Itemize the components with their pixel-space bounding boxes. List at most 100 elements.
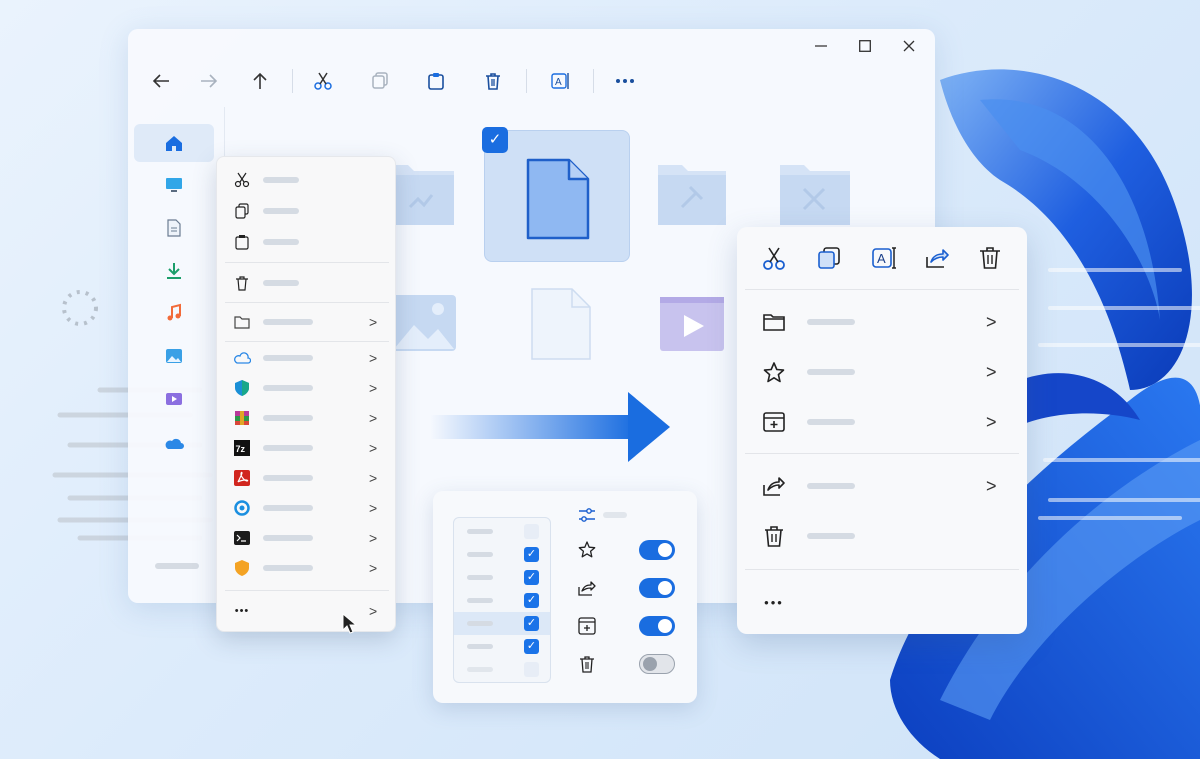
menu-item-terminal[interactable]: > [217, 523, 397, 553]
file-icon [526, 158, 590, 240]
paste-button[interactable] [421, 66, 451, 96]
menu-share-button[interactable] [924, 245, 952, 273]
menu-item-7zip[interactable]: 7z > [217, 433, 397, 463]
back-button[interactable] [146, 66, 176, 96]
more-button[interactable] [610, 66, 640, 96]
menu-row-more-options[interactable]: ••• [737, 582, 1027, 622]
menu-item-winrar[interactable]: > [217, 403, 397, 433]
sidebar-item-desktop[interactable] [134, 166, 214, 204]
trash-icon [765, 526, 783, 547]
menu-item-paste[interactable] [217, 227, 397, 257]
menu-item-app[interactable]: > [217, 493, 397, 523]
sidebar-item-documents[interactable] [134, 209, 214, 247]
home-icon [166, 136, 182, 151]
videos-icon [166, 393, 182, 405]
trash-icon [980, 247, 1000, 269]
arrow-up-icon [253, 72, 267, 89]
new-item-icon [578, 617, 596, 635]
minimize-button[interactable] [806, 31, 836, 61]
menu-row-new[interactable]: > [737, 402, 1027, 442]
menu-row-favorites[interactable]: > [737, 352, 1027, 392]
scissors-icon [234, 172, 250, 188]
folder-pinned-icon [658, 165, 726, 225]
up-button[interactable] [245, 66, 275, 96]
forward-button[interactable] [194, 66, 224, 96]
music-icon [167, 303, 181, 321]
folder-tools-icon [780, 165, 850, 225]
sidebar-item-videos[interactable] [134, 380, 214, 418]
menu-copy-button[interactable] [816, 245, 844, 273]
rename-button[interactable]: A [546, 66, 576, 96]
modern-context-menu: A > > > > ••• [737, 227, 1027, 634]
customization-panel: ✓ ✓ ✓ ✓ ✓ [433, 491, 697, 703]
new-item-icon [763, 412, 785, 432]
list-item[interactable]: ✓ [454, 543, 550, 566]
navigation-pane [128, 107, 225, 603]
menu-delete-button[interactable] [977, 245, 1005, 273]
menu-item-shield[interactable]: > [217, 553, 397, 583]
menu-item-more-options[interactable]: ••• > [217, 596, 397, 626]
video-file-icon [660, 297, 724, 351]
legacy-context-menu: > > > > 7z > > > > > ••• > [216, 156, 396, 632]
sliders-icon [579, 508, 595, 522]
desktop-icon [166, 178, 182, 192]
more-icon: ••• [234, 605, 250, 617]
trash-icon [486, 73, 500, 90]
star-icon [763, 362, 785, 383]
sidebar-item-pictures[interactable] [134, 337, 214, 375]
share-toggle[interactable] [639, 578, 675, 598]
scissors-icon [314, 72, 332, 90]
menu-row-delete[interactable] [737, 516, 1027, 556]
list-item[interactable]: ✓ [454, 566, 550, 589]
list-item[interactable] [454, 658, 550, 681]
downloads-icon [167, 263, 181, 279]
menu-item-cut[interactable] [217, 165, 397, 195]
delete-button[interactable] [478, 66, 508, 96]
sidebar-item-home[interactable] [134, 124, 214, 162]
sidebar-item-downloads[interactable] [134, 252, 214, 290]
copy-button[interactable] [365, 66, 395, 96]
menu-rename-button[interactable]: A [870, 245, 898, 273]
menu-item-onedrive[interactable]: > [217, 343, 397, 373]
list-item[interactable]: ✓ [454, 635, 550, 658]
share-icon [926, 249, 949, 268]
svg-text:A: A [555, 77, 562, 88]
shield-icon [235, 560, 249, 576]
close-button[interactable] [894, 31, 924, 61]
menu-row-share[interactable]: > [737, 466, 1027, 506]
menu-item-pdf[interactable]: > [217, 463, 397, 493]
folder-icon [234, 316, 250, 329]
new-item-toggle[interactable] [639, 616, 675, 636]
menu-item-copy[interactable] [217, 196, 397, 226]
pdf-icon [234, 470, 250, 486]
documents-icon [167, 219, 181, 237]
delete-toggle[interactable] [639, 654, 675, 674]
favorites-toggle[interactable] [639, 540, 675, 560]
panel-title-placeholder [603, 512, 627, 518]
menu-cut-button[interactable] [761, 245, 789, 273]
menu-items-list: ✓ ✓ ✓ ✓ ✓ [453, 517, 551, 683]
onedrive-icon [234, 352, 251, 364]
selection-checkbox[interactable]: ✓ [482, 127, 508, 153]
clipboard-icon [428, 73, 444, 90]
list-item-selected[interactable]: ✓ [454, 612, 550, 635]
list-item[interactable]: ✓ [454, 589, 550, 612]
share-icon [763, 477, 785, 496]
sidebar-placeholder [155, 563, 199, 569]
menu-item-delete[interactable] [217, 268, 397, 298]
menu-item-defender[interactable]: > [217, 373, 397, 403]
cut-button[interactable] [308, 66, 338, 96]
transition-arrow [430, 392, 670, 462]
maximize-button[interactable] [850, 31, 880, 61]
menu-item-folder[interactable]: > [217, 307, 397, 337]
7zip-icon: 7z [234, 440, 250, 456]
defender-icon [235, 380, 249, 396]
winrar-icon [235, 411, 249, 425]
sidebar-item-music[interactable] [134, 294, 214, 332]
menu-row-open-with[interactable]: > [737, 302, 1027, 342]
copy-icon [372, 72, 388, 89]
copy-icon [235, 203, 249, 219]
sidebar-item-onedrive[interactable] [134, 424, 214, 462]
list-item[interactable] [454, 520, 550, 543]
file-selected-tile[interactable]: ✓ [482, 127, 630, 262]
